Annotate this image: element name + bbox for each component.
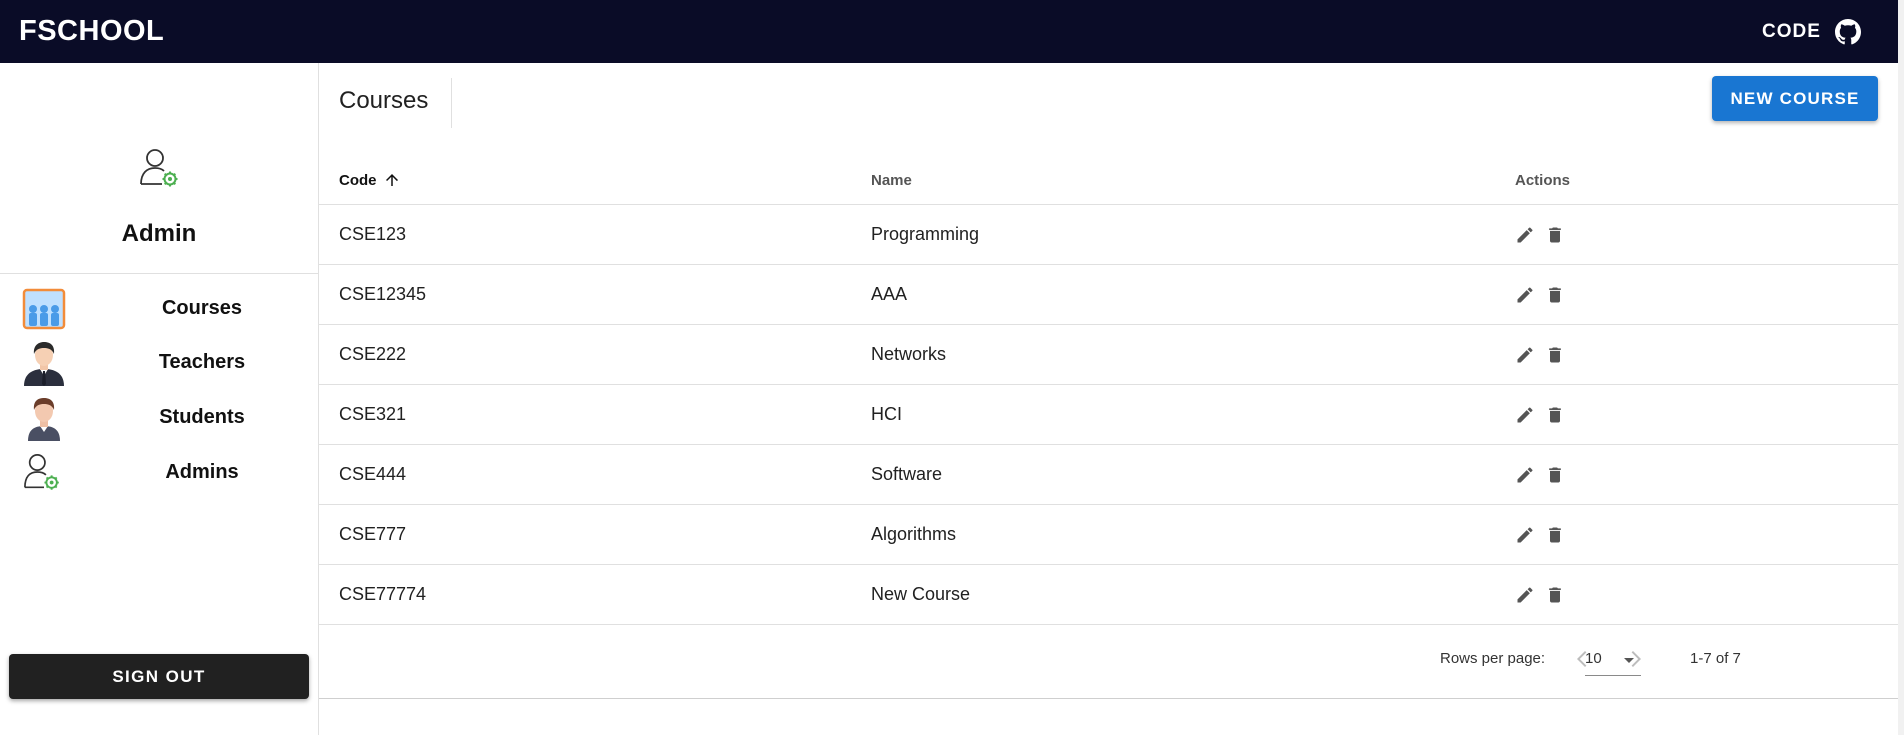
delete-icon[interactable] bbox=[1545, 525, 1565, 545]
code-link-label: CODE bbox=[1762, 20, 1821, 42]
delete-icon[interactable] bbox=[1545, 585, 1565, 605]
admin-user-gear-icon bbox=[140, 149, 178, 187]
table-row[interactable]: CSE321 HCI bbox=[319, 385, 1898, 445]
title-separator bbox=[451, 78, 452, 128]
course-name: New Course bbox=[871, 584, 971, 604]
arrow-up-icon bbox=[385, 173, 398, 186]
delete-icon[interactable] bbox=[1545, 405, 1565, 425]
chevron-left-icon[interactable] bbox=[1562, 639, 1602, 679]
sidebar-item-label: Courses bbox=[161, 297, 243, 319]
table-row[interactable]: CSE444 Software bbox=[319, 445, 1898, 505]
sidebar-item-courses[interactable]: Courses bbox=[0, 285, 318, 333]
table-header: Code Name Actions bbox=[319, 158, 1898, 205]
edit-icon[interactable] bbox=[1515, 345, 1535, 365]
course-name: Networks bbox=[871, 344, 947, 364]
delete-icon[interactable] bbox=[1545, 285, 1565, 305]
sidebar-item-label: Admins bbox=[165, 461, 239, 483]
course-code: CSE123 bbox=[339, 224, 407, 244]
edit-icon[interactable] bbox=[1515, 465, 1535, 485]
table-row[interactable]: CSE777 Algorithms bbox=[319, 505, 1898, 565]
teacher-avatar-icon bbox=[24, 342, 64, 386]
column-header-label: Code bbox=[339, 172, 377, 189]
table-row[interactable]: CSE123 Programming bbox=[319, 205, 1898, 265]
course-code: CSE444 bbox=[339, 464, 407, 484]
course-code: CSE12345 bbox=[339, 284, 427, 304]
sidebar-divider bbox=[0, 273, 318, 274]
chevron-right-icon[interactable] bbox=[1616, 639, 1656, 679]
course-code: CSE77774 bbox=[339, 584, 427, 604]
sidebar-item-admins[interactable]: Admins bbox=[0, 449, 318, 497]
delete-icon[interactable] bbox=[1545, 465, 1565, 485]
classroom-icon bbox=[22, 288, 66, 330]
courses-panel: Courses NEW COURSE Code Name Actions CSE… bbox=[319, 63, 1898, 699]
pagination-range: 1-7 of 7 bbox=[1690, 650, 1741, 667]
course-code: CSE777 bbox=[339, 524, 407, 544]
delete-icon[interactable] bbox=[1545, 345, 1565, 365]
table-row[interactable]: CSE77774 New Course bbox=[319, 565, 1898, 625]
sidebar-item-label: Students bbox=[159, 406, 245, 428]
sign-out-button[interactable]: SIGN OUT bbox=[9, 654, 309, 699]
course-name: HCI bbox=[871, 404, 902, 424]
admin-user-gear-icon bbox=[24, 454, 59, 490]
course-code: CSE321 bbox=[339, 404, 407, 424]
edit-icon[interactable] bbox=[1515, 285, 1535, 305]
edit-icon[interactable] bbox=[1515, 405, 1535, 425]
sidebar: Admin Courses Teachers Students Admins S… bbox=[0, 63, 319, 735]
pagination: Rows per page: 10 1-7 of 7 bbox=[319, 623, 1898, 697]
edit-icon[interactable] bbox=[1515, 225, 1535, 245]
delete-icon[interactable] bbox=[1545, 225, 1565, 245]
page-title: Courses bbox=[339, 87, 429, 114]
sidebar-item-teachers[interactable]: Teachers bbox=[0, 339, 318, 387]
code-link[interactable]: CODE bbox=[1762, 0, 1861, 63]
column-header-actions: Actions bbox=[1515, 172, 1571, 189]
github-icon bbox=[1834, 18, 1861, 44]
course-code: CSE222 bbox=[339, 344, 407, 364]
table-row[interactable]: CSE222 Networks bbox=[319, 325, 1898, 385]
sidebar-item-students[interactable]: Students bbox=[0, 394, 318, 442]
rows-per-page-label: Rows per page: bbox=[1440, 650, 1546, 667]
brand-title[interactable]: FSCHOOL bbox=[19, 15, 164, 48]
table-row[interactable]: CSE12345 AAA bbox=[319, 265, 1898, 325]
sidebar-item-label: Teachers bbox=[158, 351, 246, 373]
app-bar: FSCHOOL CODE bbox=[0, 0, 1898, 63]
course-name: Programming bbox=[871, 224, 980, 244]
course-name: AAA bbox=[871, 284, 908, 304]
page-scrollbar[interactable] bbox=[1898, 0, 1904, 735]
profile-name: Admin bbox=[121, 220, 197, 247]
column-header-code[interactable]: Code bbox=[339, 158, 401, 204]
new-course-button[interactable]: NEW COURSE bbox=[1712, 76, 1878, 121]
edit-icon[interactable] bbox=[1515, 585, 1535, 605]
course-name: Algorithms bbox=[871, 524, 957, 544]
student-avatar-icon bbox=[28, 398, 60, 441]
column-header-name[interactable]: Name bbox=[871, 158, 912, 204]
course-name: Software bbox=[871, 464, 943, 484]
edit-icon[interactable] bbox=[1515, 525, 1535, 545]
